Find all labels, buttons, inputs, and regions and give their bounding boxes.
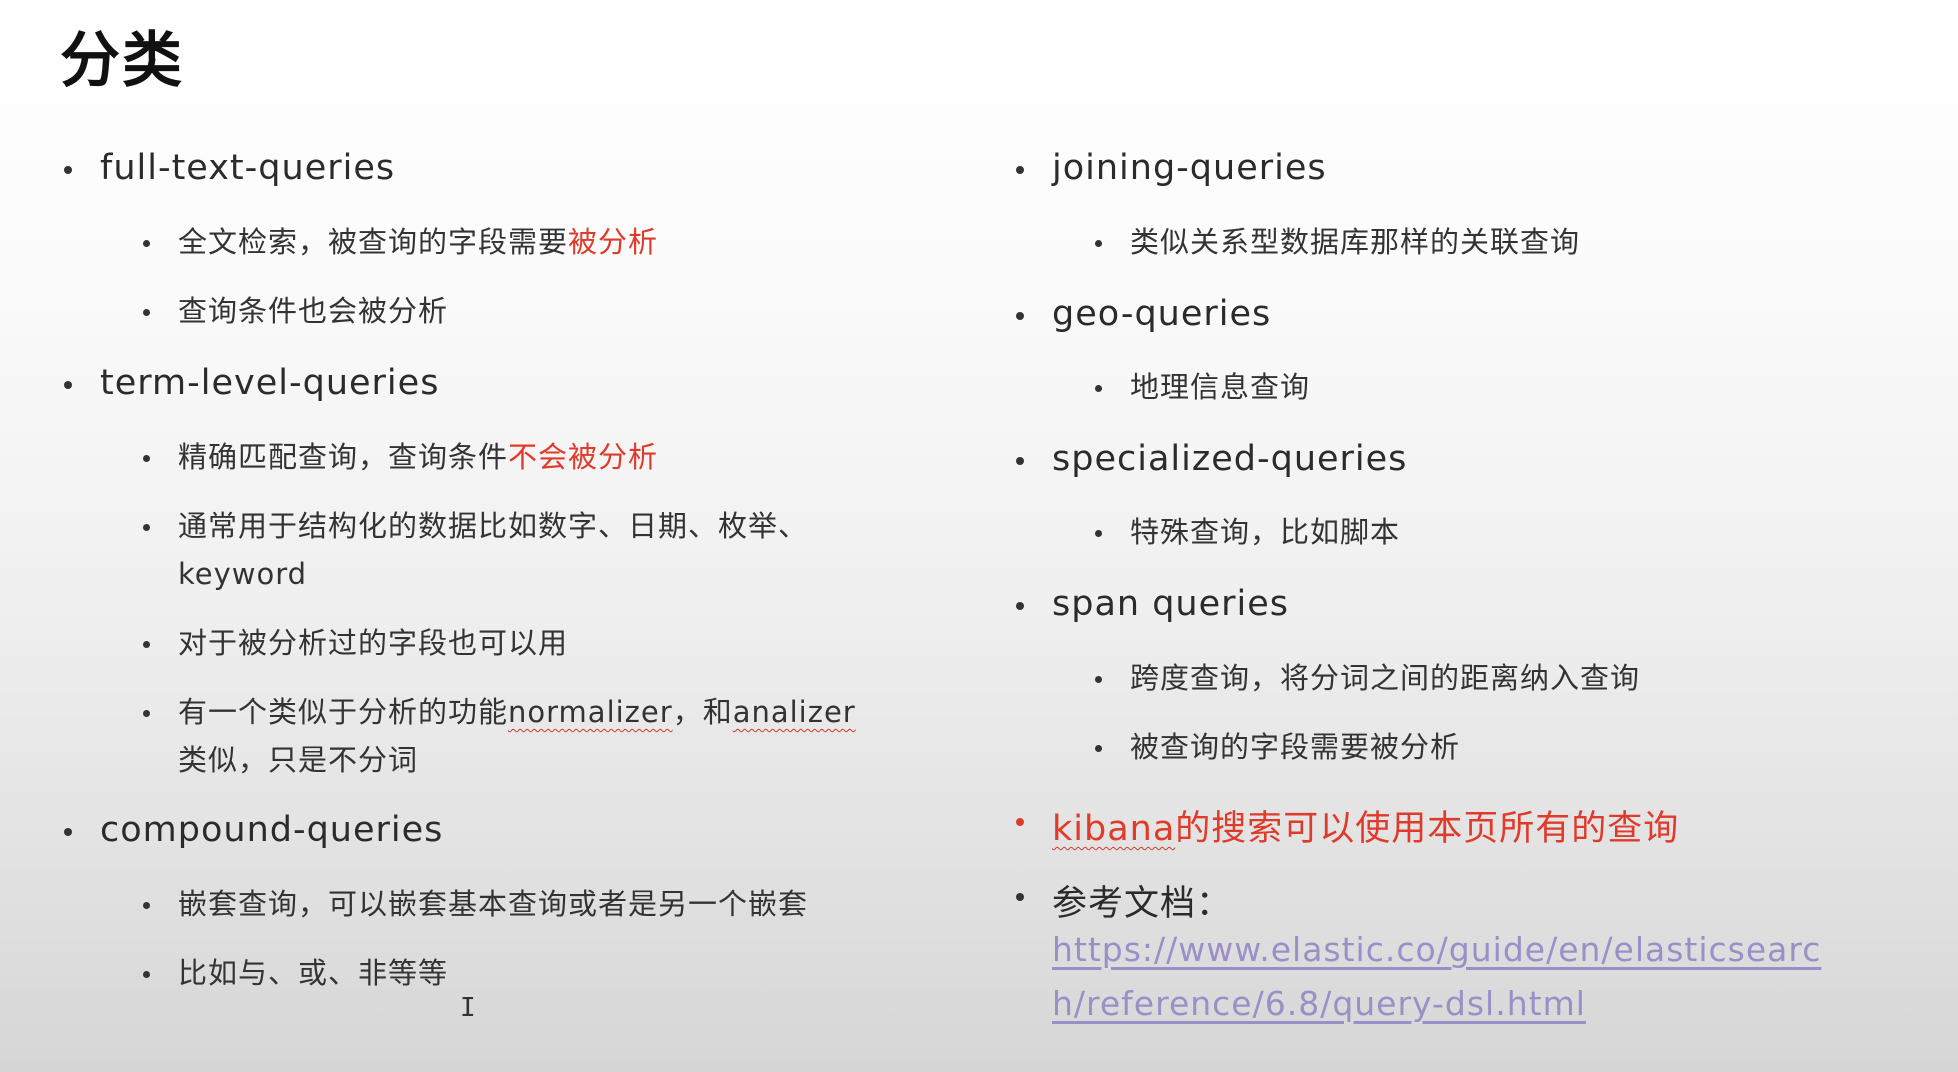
list-item: 对于被分析过的字段也可以用 bbox=[178, 626, 569, 660]
bullet bbox=[1095, 530, 1102, 537]
section-heading-full-text-queries: full-text-queries bbox=[100, 148, 396, 188]
text-cursor-icon: I bbox=[460, 993, 476, 1023]
bullet bbox=[64, 381, 72, 389]
bullet bbox=[143, 710, 150, 717]
section-heading-term-level-queries: term-level-queries bbox=[100, 363, 440, 403]
list-item: 有一个类似于分析的功能normalizer，和analizer bbox=[178, 695, 856, 729]
list-item: 地理信息查询 bbox=[1130, 370, 1311, 404]
highlight-text: 不会被分析 bbox=[508, 440, 659, 474]
section-heading-joining-queries: joining-queries bbox=[1052, 148, 1327, 188]
list-item: 嵌套查询，可以嵌套基本查询或者是另一个嵌套 bbox=[178, 887, 809, 921]
reference-link-line-2[interactable]: h/reference/6.8/query-dsl.html bbox=[1052, 977, 1586, 1031]
kibana-note: kibana的搜索可以使用本页所有的查询 bbox=[1052, 809, 1680, 849]
spellcheck-word: normalizer bbox=[508, 695, 673, 729]
page-title: 分类 bbox=[60, 26, 184, 96]
bullet bbox=[1016, 818, 1024, 826]
list-item: 精确匹配查询，查询条件不会被分析 bbox=[178, 440, 659, 474]
bullet bbox=[143, 971, 150, 978]
section-heading-geo-queries: geo-queries bbox=[1052, 294, 1272, 334]
highlight-text: 被分析 bbox=[568, 225, 659, 259]
bullet bbox=[143, 524, 150, 531]
section-heading-specialized-queries: specialized-queries bbox=[1052, 439, 1408, 479]
list-item-continuation: keyword bbox=[178, 557, 308, 591]
list-item: 查询条件也会被分析 bbox=[178, 294, 449, 328]
bullet bbox=[1016, 893, 1024, 901]
bullet bbox=[1095, 385, 1102, 392]
bullet bbox=[1016, 457, 1024, 465]
section-heading-compound-queries: compound-queries bbox=[100, 810, 444, 850]
bullet bbox=[1016, 166, 1024, 174]
bullet bbox=[143, 309, 150, 316]
list-item: 通常用于结构化的数据比如数字、日期、枚举、 bbox=[178, 509, 809, 543]
bullet bbox=[143, 641, 150, 648]
slide: 分类 full-text-queries 全文检索，被查询的字段需要被分析 查询… bbox=[0, 0, 1958, 1072]
list-item: 类似关系型数据库那样的关联查询 bbox=[1130, 225, 1581, 259]
bullet bbox=[1095, 676, 1102, 683]
list-item: 比如与、或、非等等 bbox=[178, 956, 449, 990]
bullet bbox=[143, 902, 150, 909]
bullet bbox=[1095, 745, 1102, 752]
reference-label: 参考文档： bbox=[1052, 884, 1233, 924]
reference-link-line-1[interactable]: https://www.elastic.co/guide/en/elastics… bbox=[1052, 923, 1821, 977]
bullet bbox=[64, 828, 72, 836]
spellcheck-word: analizer bbox=[732, 695, 856, 729]
list-item: 跨度查询，将分词之间的距离纳入查询 bbox=[1130, 661, 1641, 695]
bullet bbox=[1016, 312, 1024, 320]
spellcheck-word: kibana bbox=[1052, 809, 1176, 849]
list-item-continuation: 类似，只是不分词 bbox=[178, 743, 419, 777]
list-item: 全文检索，被查询的字段需要被分析 bbox=[178, 225, 659, 259]
bullet bbox=[143, 240, 150, 247]
bullet bbox=[143, 455, 150, 462]
bullet bbox=[1095, 240, 1102, 247]
list-item: 特殊查询，比如脚本 bbox=[1130, 515, 1401, 549]
section-heading-span-queries: span queries bbox=[1052, 584, 1290, 624]
bullet bbox=[64, 166, 72, 174]
list-item: 被查询的字段需要被分析 bbox=[1130, 730, 1461, 764]
bullet bbox=[1016, 602, 1024, 610]
